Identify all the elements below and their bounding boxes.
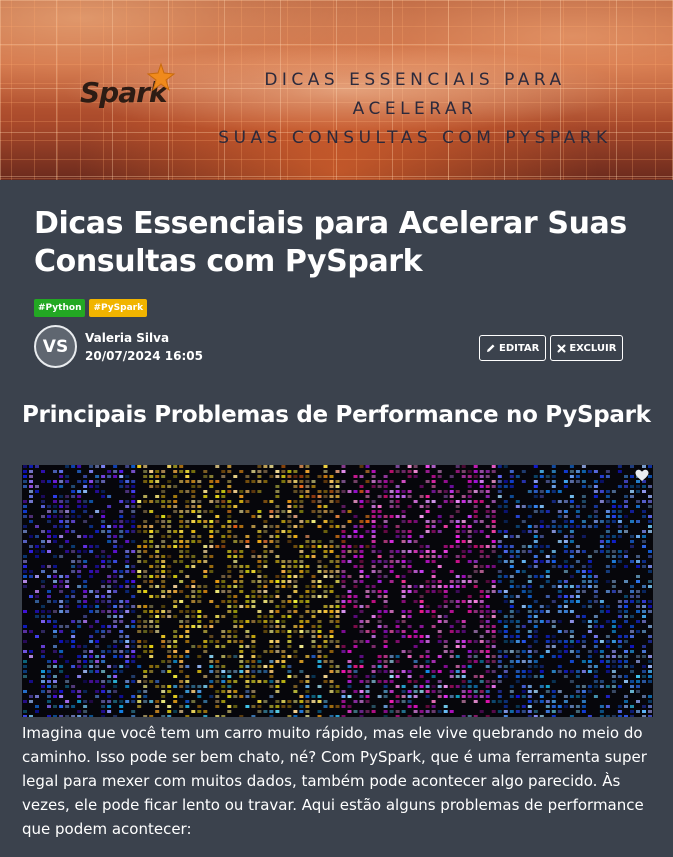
- avatar: VS: [34, 325, 77, 368]
- hero-title-line-2: SUAS CONSULTAS COM PYSPARK: [218, 128, 612, 148]
- delete-button[interactable]: EXCLUIR: [550, 335, 624, 361]
- section-paragraph: Imagina que você tem um carro muito rápi…: [22, 724, 647, 838]
- hero-title: DICAS ESSENCIAIS PARA ACELERAR SUAS CONS…: [200, 66, 630, 153]
- article-title: Dicas Essenciais para Acelerar Suas Cons…: [34, 206, 627, 279]
- edit-button-label: EDITAR: [499, 342, 540, 354]
- delete-button-label: EXCLUIR: [569, 342, 617, 354]
- article-page: Spark DICAS ESSENCIAIS PARA ACELERAR SUA…: [0, 0, 673, 857]
- section-heading: Principais Problemas de Performance no P…: [22, 402, 651, 428]
- author-block: VS Valeria Silva 20/07/2024 16:05: [34, 325, 203, 368]
- article-actions: EDITAR EXCLUIR: [479, 335, 624, 361]
- data-visualization-image: [22, 465, 653, 717]
- heart-icon[interactable]: [635, 469, 649, 482]
- pencil-icon: [487, 344, 495, 352]
- edit-button[interactable]: EDITAR: [479, 335, 547, 361]
- star-icon: [146, 62, 176, 92]
- tag-list: #Python #PySpark: [34, 299, 148, 317]
- author-name: Valeria Silva: [85, 330, 170, 345]
- close-icon: [557, 344, 566, 352]
- publish-date: 20/07/2024 16:05: [85, 348, 203, 363]
- tag-python[interactable]: #Python: [34, 299, 86, 317]
- tag-pyspark[interactable]: #PySpark: [89, 299, 148, 317]
- section-image: [22, 465, 653, 717]
- hero-banner: Spark DICAS ESSENCIAIS PARA ACELERAR SUA…: [0, 0, 673, 180]
- author-info: Valeria Silva 20/07/2024 16:05: [85, 329, 203, 365]
- spark-logo: Spark: [80, 62, 180, 116]
- hero-title-line-1: DICAS ESSENCIAIS PARA ACELERAR: [264, 70, 566, 119]
